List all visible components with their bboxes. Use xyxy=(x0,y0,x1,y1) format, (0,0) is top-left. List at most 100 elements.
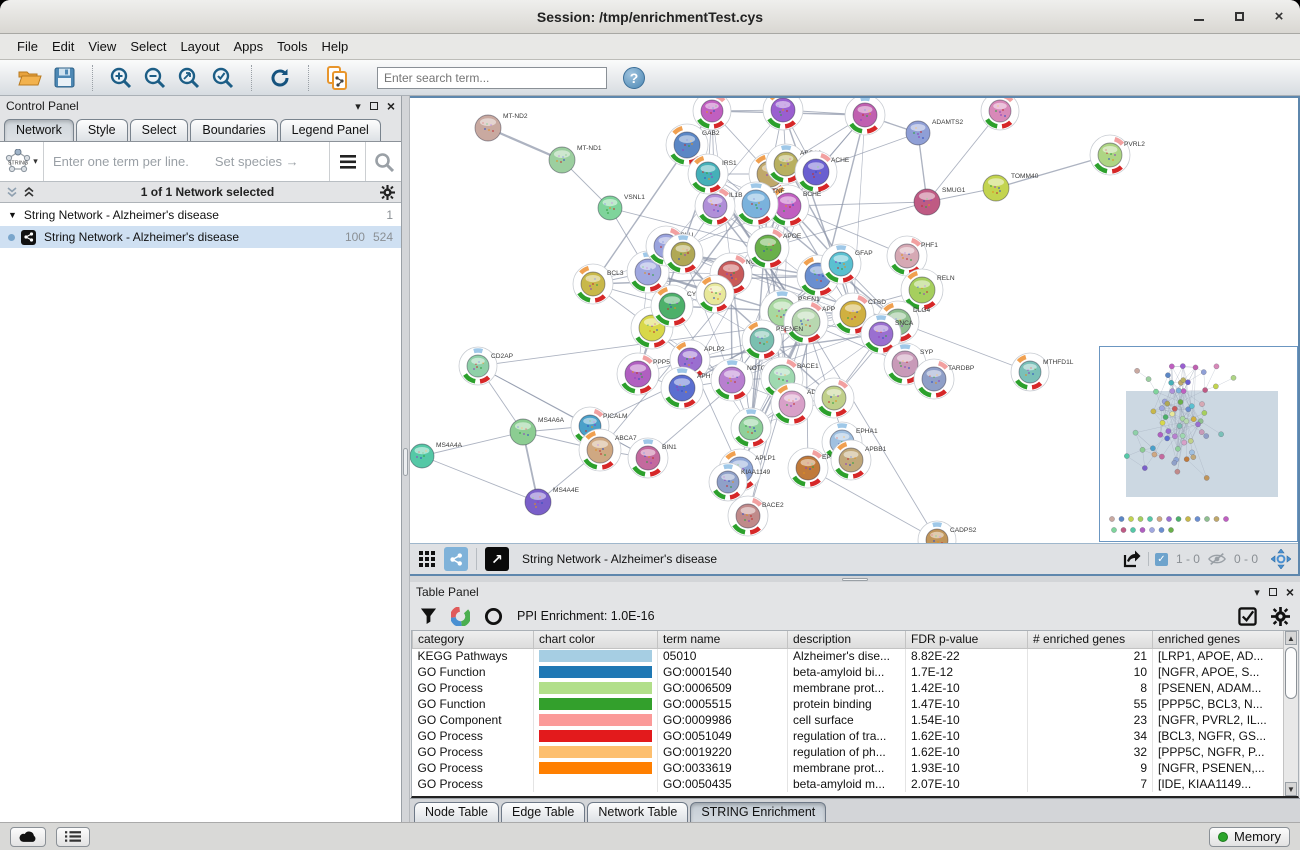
table-row[interactable]: GO FunctionGO:0001540beta-amyloid bi...1… xyxy=(413,664,1286,680)
clone-network-icon[interactable] xyxy=(324,65,350,91)
table-row[interactable]: GO ProcessGO:0006509membrane prot...1.42… xyxy=(413,680,1286,696)
panel-menu-icon[interactable]: ▾ xyxy=(355,100,361,113)
detach-view-icon[interactable]: ↗ xyxy=(485,547,509,571)
maximize-button[interactable] xyxy=(1232,10,1246,24)
donut-chart-icon[interactable] xyxy=(451,607,470,626)
network-node-apbb1[interactable]: APBB1 xyxy=(831,440,887,480)
string-view-icon[interactable] xyxy=(444,547,468,571)
string-search-icon[interactable] xyxy=(365,142,401,181)
menu-apps[interactable]: Apps xyxy=(227,36,271,57)
network-node[interactable] xyxy=(845,98,885,135)
menu-layout[interactable]: Layout xyxy=(173,36,226,57)
search-input[interactable] xyxy=(377,67,607,89)
column-header[interactable]: category xyxy=(413,631,534,648)
network-node[interactable] xyxy=(731,408,771,448)
task-list-button[interactable] xyxy=(56,827,90,847)
table-scrollbar[interactable]: ▲ ▼ xyxy=(1283,631,1298,796)
menu-tools[interactable]: Tools xyxy=(270,36,314,57)
tab-node-table[interactable]: Node Table xyxy=(414,802,499,822)
export-network-icon[interactable] xyxy=(1119,547,1143,571)
table-panel-float-icon[interactable] xyxy=(1269,588,1277,596)
zoom-in-icon[interactable] xyxy=(108,65,134,91)
open-session-icon[interactable] xyxy=(17,65,43,91)
tab-select[interactable]: Select xyxy=(130,119,189,141)
ring-chart-icon[interactable] xyxy=(484,607,503,626)
column-header[interactable]: chart color xyxy=(534,631,658,648)
panel-float-icon[interactable] xyxy=(370,102,378,110)
network-node-tardbp[interactable]: TARDBP xyxy=(914,359,975,399)
network-collection-row[interactable]: ▼ String Network - Alzheimer's disease 1 xyxy=(0,204,401,226)
birdseye-view[interactable] xyxy=(1099,346,1298,542)
network-node-pvrl2[interactable]: PVRL2 xyxy=(1090,135,1145,175)
menu-view[interactable]: View xyxy=(81,36,123,57)
network-node-ms4a4a[interactable]: MS4A4A xyxy=(410,442,463,468)
table-row[interactable]: GO ComponentGO:0009986cell surface1.54E-… xyxy=(413,712,1286,728)
zoom-fit-icon[interactable] xyxy=(176,65,202,91)
network-node-cadps2[interactable]: CADPS2 xyxy=(918,521,977,543)
network-node-phf1[interactable]: PHF1 xyxy=(887,236,938,276)
menu-edit[interactable]: Edit xyxy=(45,36,81,57)
tab-string-enrichment[interactable]: STRING Enrichment xyxy=(690,802,826,822)
cloud-status-button[interactable] xyxy=(10,827,46,847)
network-node-tomm40[interactable]: TOMM40 xyxy=(983,173,1039,201)
minimize-button[interactable] xyxy=(1192,10,1206,24)
network-row-selected[interactable]: String Network - Alzheimer's disease 100… xyxy=(0,226,401,248)
string-logo[interactable]: STRING ▾ xyxy=(0,142,44,181)
refresh-icon[interactable] xyxy=(267,65,293,91)
table-row[interactable]: GO ProcessGO:0051049regulation of tra...… xyxy=(413,728,1286,744)
settings-gear-icon[interactable] xyxy=(1271,607,1290,626)
network-node-vsnl1[interactable]: VSNL1 xyxy=(598,194,645,220)
scroll-down-icon[interactable]: ▼ xyxy=(1285,782,1297,796)
network-node-ms4a4e[interactable]: MS4A4E xyxy=(525,487,580,515)
network-node[interactable] xyxy=(696,275,734,313)
menu-select[interactable]: Select xyxy=(123,36,173,57)
network-node-apoe[interactable]: APOE xyxy=(747,227,802,269)
network-node[interactable] xyxy=(981,98,1019,130)
select-columns-icon[interactable] xyxy=(1238,607,1257,626)
collapse-all-icon[interactable] xyxy=(6,186,18,198)
selected-nodes-checkbox-icon[interactable]: ✓ xyxy=(1155,553,1168,566)
network-options-gear-icon[interactable] xyxy=(380,185,395,200)
save-session-icon[interactable] xyxy=(51,65,77,91)
panel-splitter[interactable] xyxy=(402,96,410,822)
network-node-smug1[interactable]: SMUG1 xyxy=(914,187,966,215)
tab-legend-panel[interactable]: Legend Panel xyxy=(280,119,381,141)
column-header[interactable]: enriched genes xyxy=(1153,631,1286,648)
tab-network-table[interactable]: Network Table xyxy=(587,802,688,822)
network-node-ache[interactable]: ACHE xyxy=(795,151,850,193)
table-panel-close-icon[interactable]: × xyxy=(1286,587,1294,597)
network-node-bcl3[interactable]: BCL3 xyxy=(573,264,624,304)
help-icon[interactable]: ? xyxy=(623,67,645,89)
network-node-cd2ap[interactable]: CD2AP xyxy=(459,347,514,385)
grid-view-icon[interactable] xyxy=(415,547,439,571)
column-header[interactable]: term name xyxy=(658,631,788,648)
birdseye-toggle-icon[interactable] xyxy=(1269,547,1293,571)
network-node-mt-nd2[interactable]: MT-ND2 xyxy=(475,113,528,141)
column-header[interactable]: description xyxy=(788,631,906,648)
zoom-out-icon[interactable] xyxy=(142,65,168,91)
menu-file[interactable]: File xyxy=(10,36,45,57)
string-options-icon[interactable] xyxy=(329,142,365,181)
tab-network[interactable]: Network xyxy=(4,119,74,141)
table-row[interactable]: GO ProcessGO:0019220regulation of ph...1… xyxy=(413,744,1286,760)
network-node-bace2[interactable]: BACE2 xyxy=(728,496,784,536)
network-node-mt-nd1[interactable]: MT-ND1 xyxy=(549,145,602,173)
table-row[interactable]: GO ProcessGO:0033619membrane prot...1.93… xyxy=(413,760,1286,776)
expand-all-icon[interactable] xyxy=(23,186,35,198)
tab-edge-table[interactable]: Edge Table xyxy=(501,802,585,822)
network-node-abca7[interactable]: ABCA7 xyxy=(579,429,637,471)
memory-button[interactable]: Memory xyxy=(1209,827,1290,847)
network-node-aph1a[interactable]: APH1A xyxy=(661,367,719,409)
tree-expander-icon[interactable]: ▼ xyxy=(8,210,17,220)
network-node-mthfd1l[interactable]: MTHFD1L xyxy=(1011,353,1074,391)
network-node-gfap[interactable]: GFAP xyxy=(821,244,873,284)
splitter-handle[interactable] xyxy=(403,448,408,476)
filter-icon[interactable] xyxy=(420,607,437,625)
network-node[interactable] xyxy=(763,98,803,130)
panel-close-icon[interactable]: × xyxy=(387,101,395,111)
table-row[interactable]: GO FunctionGO:0005515protein binding1.47… xyxy=(413,696,1286,712)
menu-help[interactable]: Help xyxy=(315,36,356,57)
table-row[interactable]: GO ProcessGO:0050435beta-amyloid m...2.0… xyxy=(413,776,1286,792)
network-node-kiaa1149[interactable]: KIAA1149 xyxy=(709,463,771,501)
network-node-adamts2[interactable]: ADAMTS2 xyxy=(906,119,963,145)
